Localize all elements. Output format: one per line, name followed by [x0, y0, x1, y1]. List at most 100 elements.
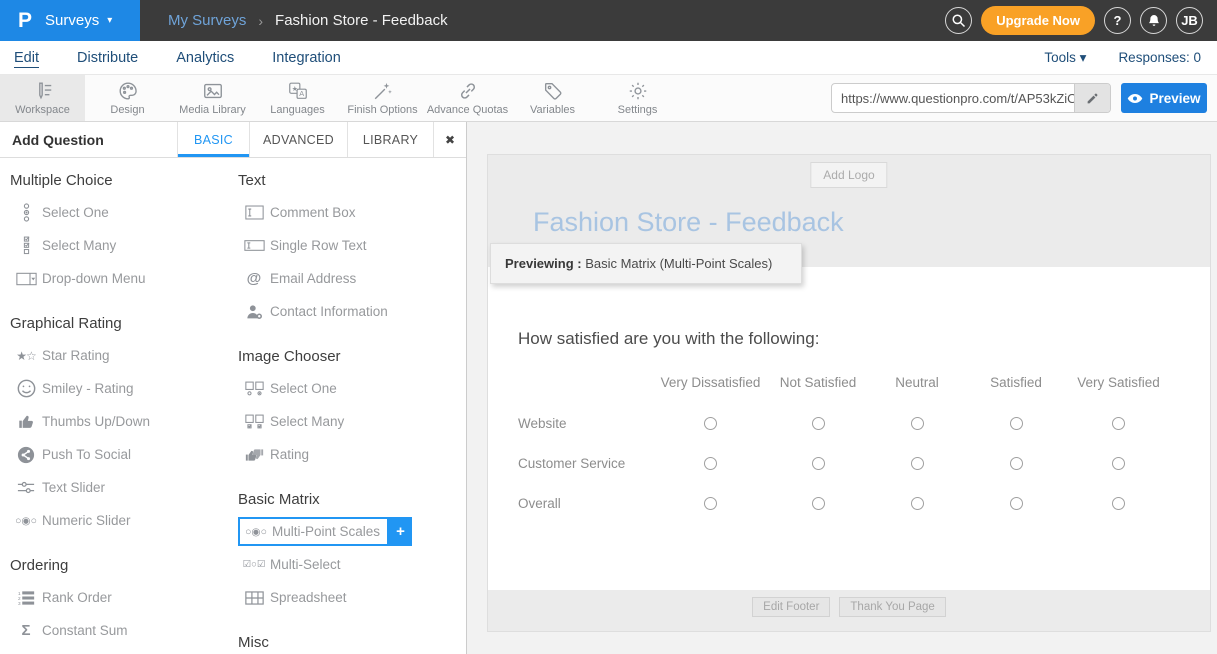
notifications-button[interactable]	[1140, 7, 1167, 34]
nav-tab-analytics[interactable]: Analytics	[176, 50, 234, 66]
matrix-radio-customer-service-very-satisfied[interactable]	[1112, 457, 1125, 470]
toolbar-item-languages[interactable]: ★ALanguages	[255, 75, 340, 121]
smiley-rating-icon	[10, 379, 42, 398]
add-question-plus-button[interactable]: +	[389, 517, 412, 546]
add-question-panel: Add Question BASICADVANCEDLIBRARY ✖ Mult…	[0, 122, 467, 654]
preview-button[interactable]: Preview	[1121, 83, 1207, 113]
matrix-radio-overall-not-satisfied[interactable]	[812, 497, 825, 510]
matrix-column-header-satisfied: Satisfied	[966, 375, 1066, 403]
survey-preview-area: Add Logo Fashion Store - Feedback How sa…	[467, 122, 1217, 654]
question-type-numeric-slider[interactable]: ○◉○Numeric Slider	[10, 504, 238, 537]
question-type-drop-down-menu[interactable]: Drop-down Menu	[10, 262, 238, 295]
question-type-constant-sum[interactable]: ΣConstant Sum	[10, 614, 238, 647]
matrix-cell	[768, 403, 868, 443]
numeric-slider-icon: ○◉○	[10, 515, 42, 527]
toolbar-item-media-library[interactable]: Media Library	[170, 75, 255, 121]
contact-information-icon	[238, 304, 270, 320]
matrix-radio-customer-service-very-dissatisfied[interactable]	[704, 457, 717, 470]
tools-menu[interactable]: Tools ▾	[1044, 50, 1086, 66]
question-type-multi-point-scales[interactable]: ○◉○Multi-Point Scales+	[238, 515, 466, 548]
edit-footer-button[interactable]: Edit Footer	[752, 597, 830, 617]
question-type-select-one[interactable]: Select One	[10, 196, 238, 229]
matrix-radio-website-satisfied[interactable]	[1010, 417, 1023, 430]
tools-label: Tools	[1044, 50, 1076, 65]
panel-tab-library[interactable]: LIBRARY	[347, 122, 433, 157]
matrix-column-header-neutral: Neutral	[868, 375, 966, 403]
matrix-radio-website-not-satisfied[interactable]	[812, 417, 825, 430]
toolbar-item-label: Design	[110, 104, 144, 116]
nav-tab-integration[interactable]: Integration	[272, 50, 341, 66]
question-type-rating[interactable]: Rating	[238, 438, 466, 471]
avatar[interactable]: JB	[1176, 7, 1203, 34]
toolbar-item-design[interactable]: Design	[85, 75, 170, 121]
toolbar-item-variables[interactable]: Variables	[510, 75, 595, 121]
matrix-radio-website-very-dissatisfied[interactable]	[704, 417, 717, 430]
push-to-social-icon	[10, 446, 42, 464]
matrix-row-label-website: Website	[518, 403, 653, 443]
question-type-contact-information[interactable]: Contact Information	[238, 295, 466, 328]
question-type-label: Constant Sum	[42, 623, 128, 638]
question-type-push-to-social[interactable]: Push To Social	[10, 438, 238, 471]
nav-tab-distribute[interactable]: Distribute	[77, 50, 138, 66]
svg-text:A: A	[299, 89, 304, 98]
question-type-thumbs-up-down[interactable]: Thumbs Up/Down	[10, 405, 238, 438]
add-logo-button[interactable]: Add Logo	[810, 162, 887, 188]
matrix-radio-overall-satisfied[interactable]	[1010, 497, 1023, 510]
variables-icon	[542, 80, 564, 102]
toolbar-item-label: Finish Options	[347, 104, 417, 116]
toolbar-item-advance-quotas[interactable]: Advance Quotas	[425, 75, 510, 121]
question-type-star-rating[interactable]: ★☆Star Rating	[10, 339, 238, 372]
image-select-many-icon	[238, 414, 270, 430]
question-type-text-slider[interactable]: Text Slider	[10, 471, 238, 504]
panel-tab-advanced[interactable]: ADVANCED	[249, 122, 347, 157]
matrix-radio-overall-very-satisfied[interactable]	[1112, 497, 1125, 510]
edit-url-button[interactable]	[1074, 84, 1110, 112]
eye-icon	[1127, 93, 1143, 104]
breadcrumb-my-surveys[interactable]: My Surveys	[168, 12, 246, 29]
matrix-cell	[653, 443, 768, 483]
panel-column-1: Multiple ChoiceSelect OneSelect ManyDrop…	[10, 158, 238, 654]
toolbar-item-finish-options[interactable]: Finish Options	[340, 75, 425, 121]
matrix-radio-customer-service-not-satisfied[interactable]	[812, 457, 825, 470]
question-type-label: Select Many	[270, 414, 344, 429]
matrix-radio-website-very-satisfied[interactable]	[1112, 417, 1125, 430]
matrix-corner-cell	[518, 375, 653, 403]
question-type-select-many[interactable]: Select Many	[238, 405, 466, 438]
product-logo-menu[interactable]: P Surveys ▾	[0, 0, 140, 41]
survey-title[interactable]: Fashion Store - Feedback	[533, 207, 844, 238]
matrix-radio-website-neutral[interactable]	[911, 417, 924, 430]
nav-tab-edit[interactable]: Edit	[14, 50, 39, 66]
image-rating-icon	[238, 447, 270, 463]
question-type-single-row-text[interactable]: Single Row Text	[238, 229, 466, 262]
matrix-cell	[1066, 403, 1171, 443]
matrix-radio-overall-very-dissatisfied[interactable]	[704, 497, 717, 510]
close-panel-button[interactable]: ✖	[433, 122, 466, 157]
search-button[interactable]	[945, 7, 972, 34]
text-slider-icon	[10, 480, 42, 495]
question-type-select-many[interactable]: Select Many	[10, 229, 238, 262]
matrix-cell	[653, 403, 768, 443]
question-type-multi-select[interactable]: ☑○☑Multi-Select	[238, 548, 466, 581]
languages-icon: ★A	[287, 80, 309, 102]
panel-tab-basic[interactable]: BASIC	[177, 122, 249, 157]
question-type-rank-order[interactable]: 123Rank Order	[10, 581, 238, 614]
survey-share-url[interactable]: https://www.questionpro.com/t/AP53kZiOC	[832, 91, 1074, 106]
matrix-radio-customer-service-neutral[interactable]	[911, 457, 924, 470]
matrix-cell	[1066, 443, 1171, 483]
question-type-email-address[interactable]: @Email Address	[238, 262, 466, 295]
help-button[interactable]: ?	[1104, 7, 1131, 34]
responses-count[interactable]: Responses: 0	[1118, 50, 1201, 66]
question-type-spreadsheet[interactable]: Spreadsheet	[238, 581, 466, 614]
question-type-select-one[interactable]: Select One	[238, 372, 466, 405]
thank-you-page-button[interactable]: Thank You Page	[839, 597, 945, 617]
toolbar-item-workspace[interactable]: Workspace	[0, 75, 85, 121]
matrix-radio-overall-neutral[interactable]	[911, 497, 924, 510]
toolbar-item-settings[interactable]: Settings	[595, 75, 680, 121]
matrix-cell	[1066, 483, 1171, 523]
question-type-label: Star Rating	[42, 348, 110, 363]
advance-quotas-icon	[457, 80, 479, 102]
question-type-smiley-rating[interactable]: Smiley - Rating	[10, 372, 238, 405]
matrix-radio-customer-service-satisfied[interactable]	[1010, 457, 1023, 470]
question-type-comment-box[interactable]: Comment Box	[238, 196, 466, 229]
upgrade-now-button[interactable]: Upgrade Now	[981, 6, 1095, 35]
